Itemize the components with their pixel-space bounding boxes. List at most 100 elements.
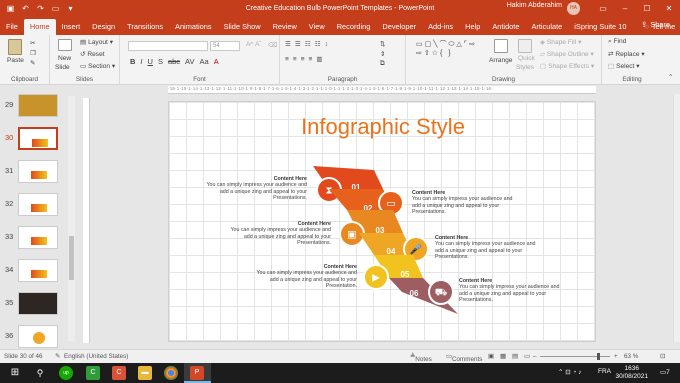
quick-styles-icon[interactable] <box>518 39 532 53</box>
share-button[interactable]: ⇪ Share <box>641 17 670 33</box>
search-icon[interactable]: ⚲ <box>33 366 47 380</box>
tab-insert[interactable]: Insert <box>56 19 86 35</box>
customize-icon[interactable]: ▾ <box>66 4 75 13</box>
grow-font-icon[interactable]: A^ Aˇ <box>246 41 262 48</box>
content-block-6[interactable]: Content Here You can simply impress your… <box>459 278 571 303</box>
tab-slide-show[interactable]: Slide Show <box>218 19 267 35</box>
thumbnails-scroll-thumb[interactable] <box>69 236 74 280</box>
tab-view[interactable]: View <box>303 19 331 35</box>
align-text-icon[interactable]: ⇕ <box>380 50 386 58</box>
new-slide-icon[interactable] <box>58 39 72 51</box>
reading-view-icon[interactable]: ▤ <box>512 353 518 360</box>
ribbon-display-icon[interactable]: ▭ <box>592 0 614 17</box>
change-case-button[interactable]: Aa <box>200 57 209 66</box>
collapse-ribbon-icon[interactable]: ⌃ <box>668 73 674 81</box>
tab-recording[interactable]: Recording <box>331 19 377 35</box>
select-button[interactable]: ⬚ Select ▾ <box>608 62 640 70</box>
content-block-4[interactable]: Content Here You can simply impress your… <box>435 235 547 260</box>
layout-button[interactable]: ▤ Layout ▾ <box>80 38 113 46</box>
tab-animations[interactable]: Animations <box>169 19 218 35</box>
thumbnails-scrollbar[interactable] <box>68 96 75 341</box>
tab-review[interactable]: Review <box>267 19 303 35</box>
arrange-button[interactable]: Arrange <box>489 57 512 64</box>
zoom-out-icon[interactable]: – <box>533 353 537 360</box>
camtasia-recorder-icon[interactable]: C <box>112 366 126 380</box>
spacing-button[interactable]: AV <box>185 57 194 66</box>
present-icon[interactable]: ▭ <box>51 4 60 13</box>
tab-design[interactable]: Design <box>86 19 121 35</box>
new-slide-button-line2[interactable]: Slide <box>55 64 70 71</box>
slide-sorter-icon[interactable]: ▦ <box>500 353 506 360</box>
minimize-icon[interactable]: – <box>614 0 636 17</box>
find-button[interactable]: ⌕ Find <box>608 38 626 46</box>
quick-styles-button-line2[interactable]: Styles <box>516 64 534 71</box>
tab-file[interactable]: File <box>0 19 24 35</box>
user-name[interactable]: Hakim Abderahim <box>507 2 562 9</box>
save-icon[interactable]: ▣ <box>6 4 15 13</box>
camtasia-icon[interactable]: C <box>86 366 100 380</box>
clear-format-icon[interactable]: ⌫ <box>268 41 277 49</box>
font-color-button[interactable]: A <box>214 57 219 66</box>
italic-button[interactable]: I <box>140 57 142 66</box>
quick-styles-button[interactable]: Quick <box>518 55 535 62</box>
language-status[interactable]: English (United States) <box>64 353 128 360</box>
tab-ispring-suite-10[interactable]: iSpring Suite 10 <box>568 19 632 35</box>
file-explorer-icon[interactable]: ▬ <box>138 366 152 380</box>
zoom-slider-thumb[interactable] <box>597 353 600 360</box>
align-buttons[interactable]: ≡≡≡≡▥ <box>285 55 327 63</box>
font-size-combo[interactable]: 54 <box>210 41 240 51</box>
spellcheck-icon[interactable]: ✎ <box>55 353 60 360</box>
arrange-icon[interactable] <box>494 39 508 53</box>
paste-icon[interactable] <box>8 39 22 55</box>
tab-home[interactable]: Home <box>23 19 56 35</box>
shadow-button[interactable]: S <box>158 57 163 66</box>
reset-button[interactable]: ↺ Reset <box>80 50 105 58</box>
shape-outline-button[interactable]: ▱ Shape Outline ▾ <box>540 50 594 58</box>
redo-icon[interactable]: ↷ <box>36 4 45 13</box>
tab-add-ins[interactable]: Add-ins <box>422 19 459 35</box>
smartart-icon[interactable]: ⧉ <box>380 60 385 68</box>
new-slide-button[interactable]: New <box>58 55 71 62</box>
normal-view-icon[interactable]: ▣ <box>488 353 494 360</box>
tab-transitions[interactable]: Transitions <box>121 19 169 35</box>
bold-button[interactable]: B <box>130 57 135 66</box>
font-name-combo[interactable] <box>128 41 208 51</box>
chrome-icon[interactable] <box>164 366 178 380</box>
tab-help[interactable]: Help <box>459 19 486 35</box>
start-icon[interactable]: ⊞ <box>8 366 22 380</box>
fit-slide-icon[interactable]: ⊡ <box>660 353 665 360</box>
cut-icon[interactable]: ✂ <box>30 39 36 47</box>
avatar[interactable]: HA <box>567 2 580 15</box>
content-block-1[interactable]: Content Here You can simply impress your… <box>199 176 307 201</box>
zoom-level[interactable]: 63 % <box>624 353 638 360</box>
shape-fill-button[interactable]: ◈ Shape Fill ▾ <box>540 38 581 46</box>
slideshow-view-icon[interactable]: ▭ <box>524 353 530 360</box>
keyboard-language[interactable]: FRA <box>598 368 611 375</box>
paste-button[interactable]: Paste <box>7 57 24 64</box>
replace-button[interactable]: ⇄ Replace ▾ <box>608 50 645 58</box>
text-direction-icon[interactable]: ⇅ <box>380 40 386 48</box>
maximize-icon[interactable]: ☐ <box>636 0 658 17</box>
slide-scrollbar[interactable] <box>673 94 680 342</box>
content-block-2[interactable]: Content Here You can simply impress your… <box>412 190 524 215</box>
notification-icon[interactable]: ▭7 <box>660 368 670 376</box>
upwork-icon[interactable]: up <box>59 366 73 380</box>
strikethrough-button[interactable]: abc <box>168 57 180 66</box>
content-block-5[interactable]: Content Here You can simply impress your… <box>245 264 357 289</box>
list-buttons[interactable]: ☰☰☷☷↕ <box>285 40 332 48</box>
format-painter-icon[interactable]: ✎ <box>30 59 36 67</box>
tab-antidote[interactable]: Antidote <box>486 19 525 35</box>
copy-icon[interactable]: ❐ <box>30 49 36 57</box>
slide-canvas[interactable]: Infographic Style ⧗ 01 ▭ 02 ▣ 03 🎤 04 ▶ 05 ⛟ 06 Con… <box>168 101 596 342</box>
shapes-gallery[interactable]: ▭▢╲⌒⬭△⌜⇨ ⇨⇧☆{ } <box>416 39 477 57</box>
powerpoint-icon[interactable]: P <box>190 366 204 380</box>
tray-icons[interactable]: ⌃ ⊡ ◔ ♪ <box>558 368 582 376</box>
tab-articulate[interactable]: Articulate <box>525 19 568 35</box>
comments-button[interactable]: ▭ Comments <box>446 353 482 363</box>
content-block-3[interactable]: Content Here You can simply impress your… <box>221 221 331 246</box>
undo-icon[interactable]: ↶ <box>21 4 30 13</box>
tab-developer[interactable]: Developer <box>376 19 422 35</box>
notes-button[interactable]: ≜ Notes <box>410 353 432 363</box>
section-button[interactable]: ▭ Section ▾ <box>80 62 115 70</box>
close-icon[interactable]: ✕ <box>658 0 680 17</box>
